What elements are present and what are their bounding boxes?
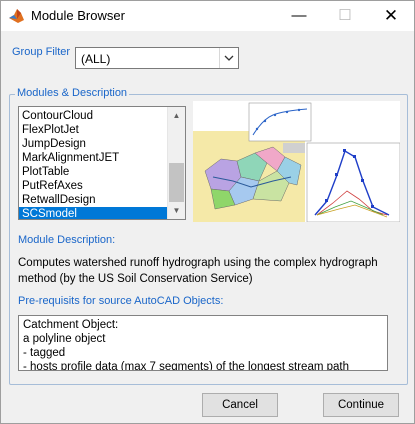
prerequisite-line: - tagged xyxy=(23,347,66,359)
scroll-up-icon[interactable]: ▲ xyxy=(168,107,185,124)
group-filter-select[interactable]: (ALL) xyxy=(75,47,239,69)
close-button[interactable]: ✕ xyxy=(368,1,414,31)
module-browser-window: Module Browser — ☐ ✕ Group Filter (ALL) … xyxy=(0,0,415,424)
list-item[interactable]: RetwallDesign xyxy=(19,193,169,207)
list-item[interactable]: MarkAlignmentJET xyxy=(19,151,169,165)
cancel-button[interactable]: Cancel xyxy=(202,393,278,417)
group-filter-value: (ALL) xyxy=(81,52,111,66)
prerequisite-line: a polyline object xyxy=(23,333,106,345)
group-filter-label: Group Filter xyxy=(12,46,71,58)
scrollbar-thumb[interactable] xyxy=(169,163,184,202)
list-item[interactable]: FlexPlotJet xyxy=(19,123,169,137)
prerequisites-label: Pre-requisits for source AutoCAD Objects… xyxy=(18,295,224,307)
modules-listbox[interactable]: ContourCloud FlexPlotJet JumpDesign Mark… xyxy=(18,106,186,220)
prerequisites-textarea[interactable]: Catchment Object: a polyline object - ta… xyxy=(18,315,388,371)
prerequisite-line: Catchment Object: xyxy=(23,319,119,331)
list-item[interactable]: PutRefAxes xyxy=(19,179,169,193)
maximize-button[interactable]: ☐ xyxy=(322,1,368,31)
matlab-app-icon xyxy=(9,9,24,23)
list-item[interactable]: JumpDesign xyxy=(19,137,169,151)
continue-button[interactable]: Continue xyxy=(323,393,399,417)
modules-group-title: Modules & Description xyxy=(15,87,130,99)
chevron-down-icon[interactable] xyxy=(219,48,238,68)
module-description-text: Computes watershed runoff hydrograph usi… xyxy=(18,257,378,285)
module-description-label: Module Description: xyxy=(18,234,116,246)
module-preview-image xyxy=(193,101,400,222)
prerequisite-line: - hosts profile data (max 7 segments) of… xyxy=(23,361,349,371)
list-item[interactable]: ContourCloud xyxy=(19,109,169,123)
window-title: Module Browser xyxy=(31,8,125,23)
list-item-selected[interactable]: SCSmodel xyxy=(19,207,169,219)
listbox-scrollbar[interactable]: ▲ ▼ xyxy=(167,107,185,219)
list-item[interactable]: PlotTable xyxy=(19,165,169,179)
title-bar: Module Browser — ☐ ✕ xyxy=(1,1,414,31)
scroll-down-icon[interactable]: ▼ xyxy=(168,202,185,219)
minimize-button[interactable]: — xyxy=(276,1,322,31)
